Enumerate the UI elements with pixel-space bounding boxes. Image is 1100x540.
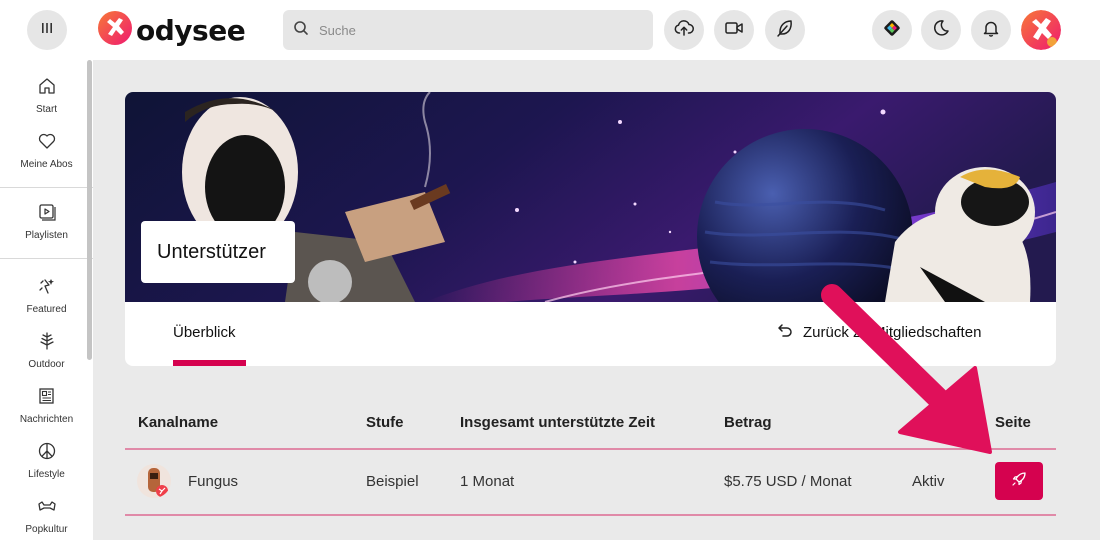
sidebar-item-label: Meine Abos [20,159,73,170]
user-avatar[interactable] [1021,10,1061,50]
page-title: Unterstützer [157,240,266,263]
sidebar-item-outdoor[interactable]: Outdoor [0,331,93,370]
peace-icon [37,441,57,466]
sidebar-item-start[interactable]: Start [0,76,93,115]
tab-active-indicator [173,360,246,366]
sidebar-scrollbar[interactable] [87,60,92,360]
sidebar-item-label: Nachrichten [19,414,74,425]
sidebar-item-label: Lifestyle [28,469,65,480]
upload-button[interactable] [664,10,704,50]
heart-icon [37,131,57,156]
moon-icon [932,19,950,42]
search-input[interactable]: Suche [283,10,653,50]
sidebar: Start Meine Abos Playlisten Featured Out… [0,60,93,540]
featured-icon [37,276,57,301]
channel-avatar[interactable] [137,464,171,498]
post-button[interactable] [765,10,805,50]
sidebar-item-nachrichten[interactable]: Nachrichten [0,386,93,425]
amount-cell: $5.75 USD / Monat [724,473,852,490]
back-link-label: Zurück zu Mitgliedschaften [803,323,982,341]
tree-icon [37,331,57,356]
video-camera-icon [724,18,744,43]
home-icon [37,76,57,101]
tier-cell: Beispiel [366,473,419,490]
newspaper-icon [37,386,57,411]
sidebar-item-label: Start [35,104,58,115]
channel-name[interactable]: Fungus [188,473,238,490]
sidebar-item-playlisten[interactable]: Playlisten [0,202,93,241]
sidebar-item-label: Popkultur [25,524,68,535]
time-cell: 1 Monat [460,473,515,490]
wallet-icon [882,18,902,43]
status-cell: Aktiv [912,473,945,490]
top-header: odysee Suche [0,0,1100,60]
column-header-tier: Stufe [366,414,404,431]
sidebar-item-lifestyle[interactable]: Lifestyle [0,441,93,480]
sidebar-item-featured[interactable]: Featured [0,276,93,315]
wallet-button[interactable] [872,10,912,50]
sidebar-divider [0,258,93,259]
playlist-icon [37,202,57,227]
column-header-channel: Kanalname [138,414,219,431]
sidebar-item-label: Featured [26,304,67,315]
column-header-status: Status [912,414,958,431]
odysee-logo[interactable]: odysee [97,10,246,51]
sidebar-item-label: Playlisten [25,230,68,241]
feather-icon [775,18,795,43]
column-header-amount: Betrag [724,414,772,431]
notifications-button[interactable] [971,10,1011,50]
sidebar-divider [0,187,93,188]
column-header-time: Insgesamt unterstützte Zeit [460,414,656,431]
theme-toggle-button[interactable] [921,10,961,50]
search-placeholder: Suche [319,22,356,38]
tab-overview[interactable]: Überblick [173,324,236,341]
menu-button[interactable] [27,10,67,50]
column-header-page: Seite [995,414,1031,431]
sidebar-item-meine-abos[interactable]: Meine Abos [0,131,93,170]
back-arrow-icon [777,322,793,342]
rocket-icon [1011,471,1027,492]
menu-icon [40,21,54,40]
go-live-button[interactable] [714,10,754,50]
logo-text: odysee [136,13,246,47]
odysee-logo-icon [97,10,133,51]
page-title-box: Unterstützer [141,221,295,283]
bell-icon [982,19,1000,42]
upload-icon [674,18,694,43]
open-channel-button[interactable] [995,462,1043,500]
supporters-card: Unterstützer Überblick Zurück zu Mitglie… [125,92,1056,366]
sidebar-item-popkultur[interactable]: Popkultur [0,496,93,535]
table-header-divider [125,448,1056,450]
popculture-icon [37,496,57,521]
table-row-divider [125,514,1056,516]
search-icon [293,20,309,41]
sidebar-item-label: Outdoor [28,359,65,370]
back-to-memberships-link[interactable]: Zurück zu Mitgliedschaften [777,322,981,342]
